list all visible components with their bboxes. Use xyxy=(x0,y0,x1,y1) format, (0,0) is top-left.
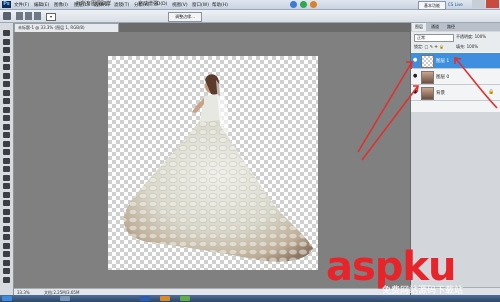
windows-taskbar xyxy=(0,295,500,302)
start-button-icon[interactable] xyxy=(2,296,12,301)
annotation-arrow xyxy=(357,61,413,153)
taskbar-app-icon[interactable] xyxy=(160,296,170,301)
taskbar-app-icon[interactable] xyxy=(60,296,70,301)
taskbar-app-icon[interactable] xyxy=(180,296,190,301)
taskbar-photoshop-icon[interactable] xyxy=(140,296,150,301)
annotation-arrow xyxy=(361,85,419,161)
annotation-arrow xyxy=(454,57,498,109)
